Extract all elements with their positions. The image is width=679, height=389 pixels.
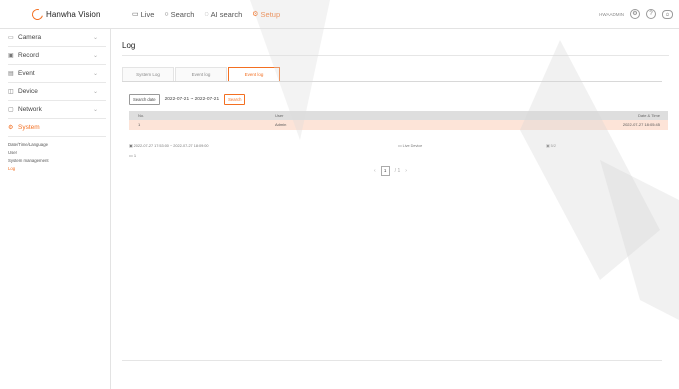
top-right-tools: HWAADMIN ⚙ ? ⏻ <box>599 8 673 20</box>
nav-setup-label: Setup <box>260 9 281 19</box>
column-date-time[interactable]: Date & Time <box>529 111 668 120</box>
sidebar-item-label: Camera <box>18 34 42 41</box>
monitor-icon: ▭ <box>132 11 139 18</box>
submenu-date-time-language[interactable]: Date/Time/Language <box>8 141 110 149</box>
table-row[interactable]: 1 Admin 2022-07-27 18:05:45 <box>129 120 668 130</box>
prev-page-icon[interactable]: ‹ <box>374 168 376 174</box>
next-page-icon[interactable]: › <box>405 168 407 174</box>
system-icon: ⚙ <box>8 125 14 131</box>
tab-event-log-active[interactable]: Event log <box>228 67 280 81</box>
sidebar-item-label: System <box>18 124 40 131</box>
nav-live-label: Live <box>140 9 155 19</box>
nav-search-label: Search <box>170 9 195 19</box>
search-icon: ○ <box>164 10 169 18</box>
log-table: No. User Date & Time 1 Admin 2022-07-27 … <box>129 111 668 130</box>
nav-ai-search-label: AI search <box>210 9 243 19</box>
search-button[interactable]: Search <box>224 93 246 105</box>
result-count: ▭ 1 <box>129 153 137 158</box>
brand-name: Hanwha Vision <box>46 9 101 19</box>
system-submenu: Date/Time/Language User System managemen… <box>0 137 110 173</box>
brand-logo[interactable]: Hanwha Vision <box>29 6 101 22</box>
page-title: Log <box>122 41 136 50</box>
nav-live[interactable]: ▭ Live <box>132 8 154 20</box>
nav-setup[interactable]: ⚙ Setup <box>252 8 280 20</box>
search-date-button[interactable]: Search date <box>129 93 160 105</box>
gear-icon: ⚙ <box>252 11 259 18</box>
detail-channel-text: 5/2 <box>550 144 556 148</box>
sidebar-item-camera[interactable]: ▭ Camera ⌄ <box>8 29 106 47</box>
sidebar-item-label: Record <box>18 52 39 59</box>
pagination: ‹ 1 / 1 › <box>374 166 407 176</box>
column-no[interactable]: No. <box>129 111 269 120</box>
device-icon: ◫ <box>8 89 14 95</box>
cell-date-time: 2022-07-27 18:05:45 <box>622 122 660 127</box>
settings-icon[interactable]: ⚙ <box>630 9 640 19</box>
bottom-divider <box>122 360 662 361</box>
sidebar-item-label: Event <box>18 70 35 77</box>
exit-icon[interactable]: ⏻ <box>662 9 673 19</box>
nav-search[interactable]: ○ Search <box>164 8 194 20</box>
detail-time-range-text: 2022-07-27 17:53:00 ~ 2022-07-27 18:09:0… <box>133 144 209 148</box>
submenu-log[interactable]: Log <box>8 165 110 173</box>
detail-type: ▭ Live Device <box>398 144 423 148</box>
sidebar-item-system[interactable]: ⚙ System <box>8 119 106 137</box>
detail-type-text: Live Device <box>402 144 423 148</box>
event-icon: ▤ <box>8 71 14 77</box>
sidebar: ▭ Camera ⌄ ▣ Record ⌄ ▤ Event ⌄ ◫ Device… <box>0 29 111 389</box>
sidebar-item-device[interactable]: ◫ Device ⌄ <box>8 83 106 101</box>
chevron-down-icon: ⌄ <box>92 71 98 77</box>
sidebar-item-event[interactable]: ▤ Event ⌄ <box>8 65 106 83</box>
chevron-down-icon: ⌄ <box>92 35 98 41</box>
submenu-user[interactable]: User <box>8 149 110 157</box>
chevron-down-icon: ⌄ <box>92 107 98 113</box>
hanwha-logo-icon <box>29 6 46 22</box>
column-user[interactable]: User <box>269 111 529 120</box>
tab-system-log[interactable]: System Log <box>122 67 174 81</box>
sidebar-item-record[interactable]: ▣ Record ⌄ <box>8 47 106 65</box>
log-tabs: System Log Event log Event log <box>122 67 662 82</box>
record-icon: ▣ <box>8 53 14 59</box>
user-name[interactable]: HWAADMIN <box>599 12 624 17</box>
cell-no: 1 <box>138 122 141 127</box>
result-count-value: 1 <box>133 153 137 158</box>
total-pages: / 1 <box>394 168 401 174</box>
table-header: No. User Date & Time <box>129 111 668 120</box>
detail-channel: ▣ 5/2 <box>546 144 556 148</box>
nav-ai-search[interactable]: ◌ AI search <box>204 8 242 20</box>
sidebar-item-label: Network <box>18 106 42 113</box>
chevron-down-icon: ⌄ <box>92 89 98 95</box>
sidebar-item-label: Device <box>18 88 38 95</box>
main-panel: Log System Log Event log Event log Searc… <box>111 29 679 389</box>
chevron-down-icon: ⌄ <box>92 53 98 59</box>
search-filter: Search date 2022-07-21 ~ 2022-07-21 Sear… <box>129 93 246 105</box>
detail-time-range: ▣ 2022-07-27 17:53:00 ~ 2022-07-27 18:09… <box>129 144 209 148</box>
top-bar: Hanwha Vision ▭ Live ○ Search ◌ AI searc… <box>0 0 679 29</box>
date-range[interactable]: 2022-07-21 ~ 2022-07-21 <box>165 97 220 102</box>
submenu-system-management[interactable]: System management <box>8 157 110 165</box>
current-page[interactable]: 1 <box>380 166 390 176</box>
camera-icon: ▭ <box>8 35 14 41</box>
tab-event-log[interactable]: Event log <box>175 67 227 81</box>
help-icon[interactable]: ? <box>646 9 656 19</box>
cell-user: Admin <box>275 122 287 127</box>
top-nav: ▭ Live ○ Search ◌ AI search ⚙ Setup <box>132 8 280 20</box>
sidebar-item-network[interactable]: ▢ Network ⌄ <box>8 101 106 119</box>
ai-search-icon: ◌ <box>204 10 209 18</box>
row-detail: ▣ 2022-07-27 17:53:00 ~ 2022-07-27 18:09… <box>129 143 649 151</box>
divider <box>122 55 669 56</box>
network-icon: ▢ <box>8 107 14 113</box>
